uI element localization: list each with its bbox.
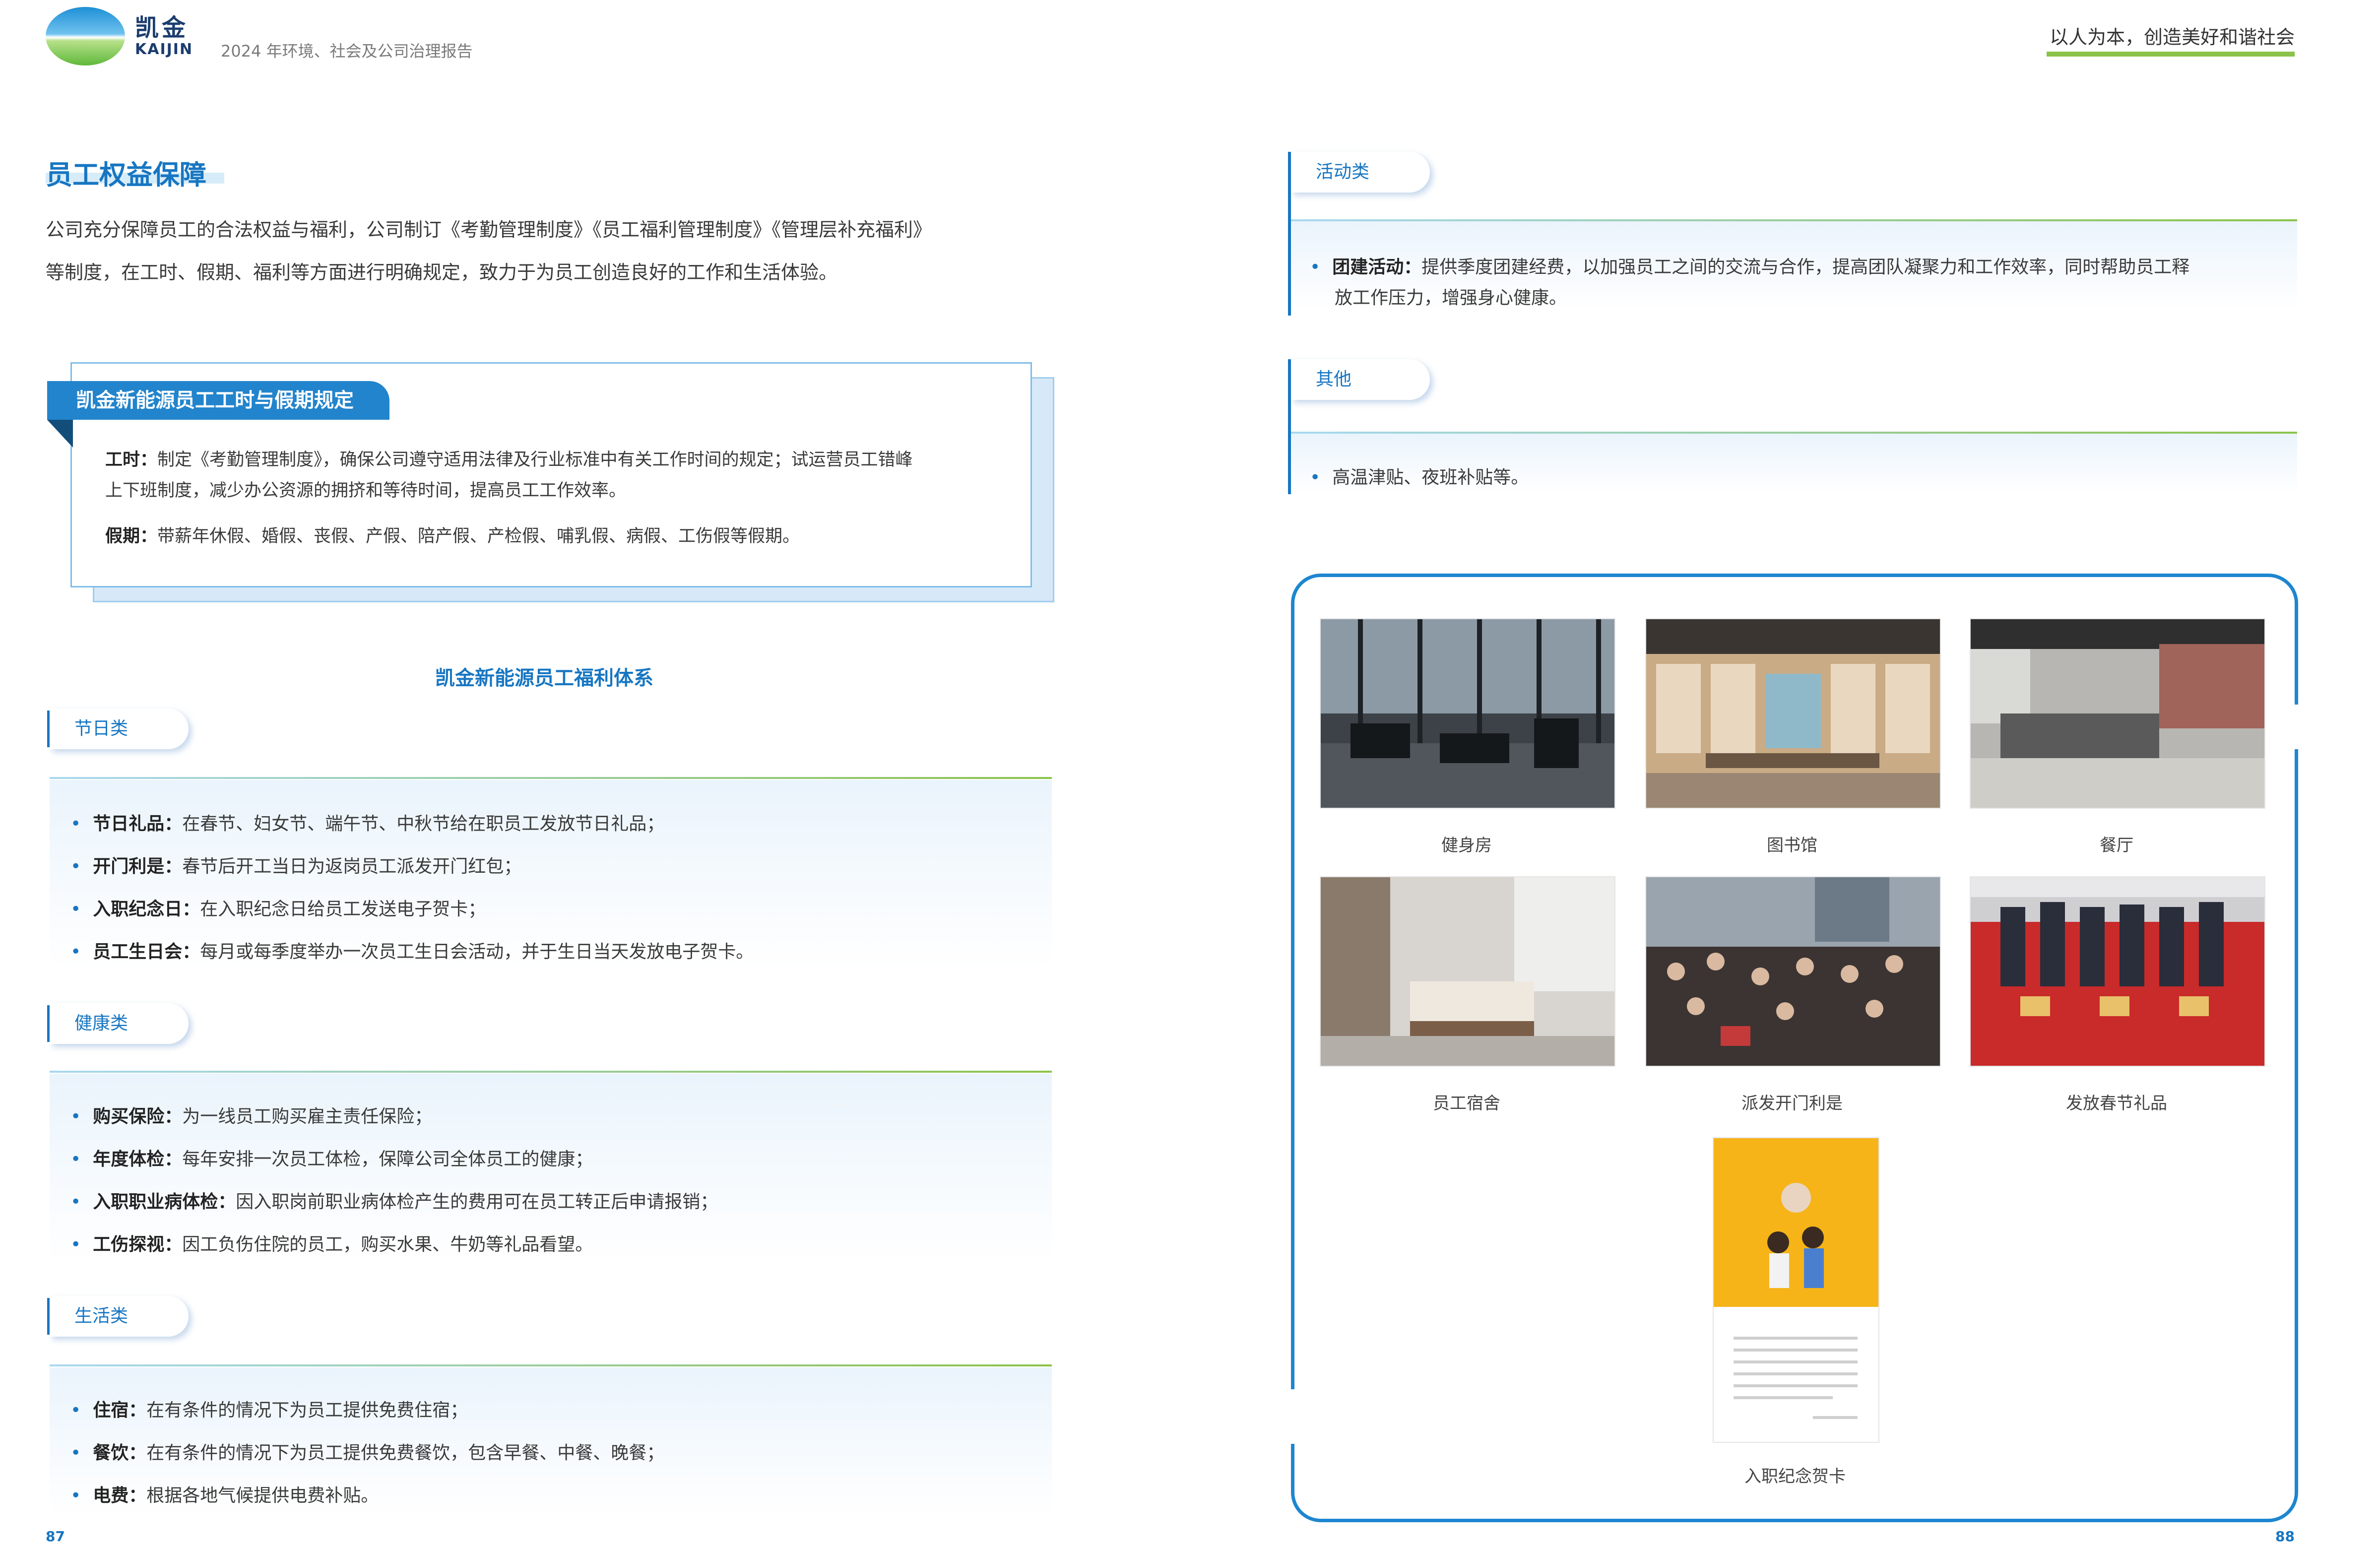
library-photo — [1645, 618, 1941, 809]
rule-tag-fold — [47, 420, 73, 448]
logo-chinese: 凯金 — [135, 14, 189, 42]
leave-label: 假期： — [105, 526, 158, 546]
frame-gap — [2292, 705, 2302, 749]
category-tab-festival: 节日类 — [50, 709, 189, 749]
category-tab-activity: 活动类 — [1291, 152, 1430, 193]
list-item: • 电费：根据各地气候提供电费补贴。 — [70, 1486, 379, 1506]
leave-content: 带薪年休假、婚假、丧假、产假、陪产假、产检假、哺乳假、病假、工伤假等假期。 — [157, 526, 800, 546]
photo-caption: 餐厅 — [2100, 836, 2133, 855]
photo-caption: 入职纪念贺卡 — [1744, 1467, 1846, 1486]
list-item: • 员工生日会：每月或每季度举办一次员工生日会活动，并于生日当天发放电子贺卡。 — [70, 942, 754, 962]
leave-text: 假期：带薪年休假、婚假、丧假、产假、陪产假、产检假、哺乳假、病假、工伤假等假期。 — [105, 521, 1008, 552]
report-title: 2024 年环境、社会及公司治理报告 — [221, 42, 473, 61]
rule-box-title: 凯金新能源员工工时与假期规定 — [47, 381, 389, 420]
kaijin-logo-icon — [46, 7, 125, 65]
anniversary-card-image — [1713, 1137, 1879, 1443]
list-item: • 住宿：在有条件的情况下为员工提供免费住宿； — [70, 1400, 468, 1421]
list-item: • 入职纪念日：在入职纪念日给员工发送电子贺卡； — [70, 899, 486, 919]
page-number-right: 88 — [2275, 1528, 2295, 1545]
list-item: • 工伤探视：因工负伤住院的员工，购买水果、牛奶等礼品看望。 — [70, 1234, 593, 1255]
photo-caption: 发放春节礼品 — [2066, 1094, 2167, 1113]
list-item: • 团建活动：提供季度团建经费，以加强员工之间的交流与合作，提高团队凝聚力和工作效… — [1310, 257, 2190, 308]
category-tab-other: 其他 — [1291, 359, 1430, 400]
photo-caption: 派发开门利是 — [1741, 1094, 1843, 1113]
work-hours-label: 工时： — [105, 450, 158, 470]
list-item: • 餐饮：在有条件的情况下为员工提供免费餐饮，包含早餐、中餐、晚餐； — [70, 1443, 665, 1463]
red-envelope-event-photo — [1645, 876, 1941, 1067]
slogan-underline — [2047, 52, 2295, 57]
canteen-photo — [1970, 618, 2265, 809]
work-hours-line-1: 制定《考勤管理制度》，确保公司遵守适用法律及行业标准中有关工作时间的规定；试运营… — [157, 450, 913, 470]
spring-festival-gift-photo — [1970, 876, 2265, 1067]
intro-line-1: 公司充分保障员工的合法权益与福利，公司制订《考勤管理制度》《员工福利管理制度》《… — [46, 219, 932, 241]
category-divider — [50, 1364, 1052, 1366]
list-item: • 年度体检：每年安排一次员工体检，保障公司全体员工的健康； — [70, 1149, 593, 1169]
category-tab-health: 健康类 — [50, 1003, 189, 1044]
category-divider — [1291, 432, 2297, 434]
photo-caption: 员工宿舍 — [1433, 1094, 1500, 1113]
photo-caption: 健身房 — [1441, 836, 1492, 855]
category-tab-life: 生活类 — [50, 1296, 189, 1337]
list-item: • 高温津贴、夜班补贴等。 — [1310, 467, 1529, 488]
page-number-left: 87 — [46, 1528, 65, 1545]
logo-english: KAIJIN — [135, 41, 193, 58]
work-hours-line-2: 上下班制度，减少办公资源的拥挤和等待时间，提高员工工作效率。 — [105, 481, 627, 501]
dormitory-photo — [1320, 876, 1615, 1067]
list-item: • 购买保险：为一线员工购买雇主责任保险； — [70, 1106, 433, 1127]
list-item: • 开门利是：春节后开工当日为返岗员工派发开门红包； — [70, 856, 522, 877]
category-divider — [50, 777, 1052, 779]
welfare-system-title: 凯金新能源员工福利体系 — [435, 667, 653, 690]
list-item: • 节日礼品：在春节、妇女节、端午节、中秋节给在职员工发放节日礼品； — [70, 814, 665, 834]
category-divider — [1291, 219, 2297, 221]
photo-caption: 图书馆 — [1767, 836, 1817, 855]
work-hours-text: 工时：制定《考勤管理制度》，确保公司遵守适用法律及行业标准中有关工作时间的规定；… — [105, 445, 1008, 506]
intro-paragraph: 公司充分保障员工的合法权益与福利，公司制订《考勤管理制度》《员工福利管理制度》《… — [46, 208, 1058, 294]
list-item: • 入职职业病体检：因入职岗前职业病体检产生的费用可在员工转正后申请报销； — [70, 1192, 718, 1212]
section-title: 员工权益保障 — [46, 159, 206, 191]
gym-photo — [1320, 618, 1615, 809]
header-slogan: 以人为本，创造美好和谐社会 — [2049, 26, 2295, 48]
frame-gap — [1287, 1389, 1297, 1444]
category-divider — [50, 1071, 1052, 1073]
intro-line-2: 等制度，在工时、假期、福利等方面进行明确规定，致力于为员工创造良好的工作和生活体… — [46, 261, 838, 283]
